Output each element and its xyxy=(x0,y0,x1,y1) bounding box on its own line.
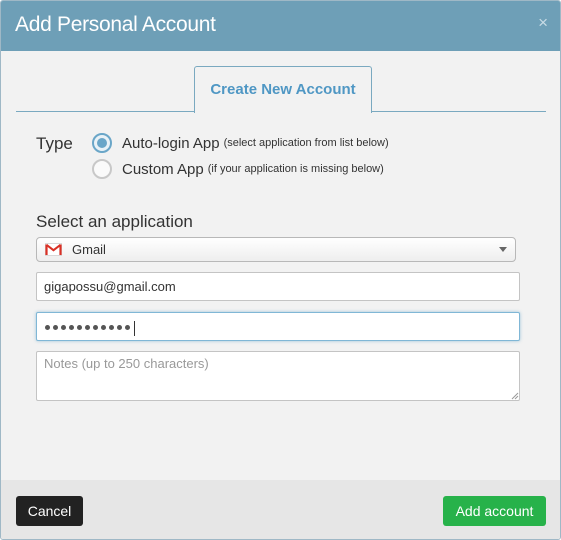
radio-hint: (if your application is missing below) xyxy=(207,163,384,175)
dialog-footer: Cancel Add account xyxy=(1,480,560,539)
radio-hint: (select application from list below) xyxy=(223,137,389,149)
password-dot xyxy=(85,325,90,330)
password-dot xyxy=(45,325,50,330)
select-value: Gmail xyxy=(72,242,106,257)
notes-textarea[interactable]: Notes (up to 250 characters) xyxy=(36,351,520,401)
password-dot xyxy=(93,325,98,330)
text-cursor xyxy=(134,321,135,336)
password-dot xyxy=(101,325,106,330)
email-field[interactable]: gigapossu@gmail.com xyxy=(36,272,520,301)
password-dot xyxy=(109,325,114,330)
close-icon[interactable]: × xyxy=(538,13,548,33)
password-dot xyxy=(125,325,130,330)
dialog-titlebar: Add Personal Account × xyxy=(1,1,560,51)
password-dot xyxy=(117,325,122,330)
resize-handle-icon[interactable] xyxy=(511,392,519,400)
radio-auto-login-app[interactable]: Auto-login App (select application from … xyxy=(92,133,389,153)
password-field[interactable] xyxy=(36,312,520,341)
gmail-icon xyxy=(45,243,62,256)
add-account-button[interactable]: Add account xyxy=(443,496,546,526)
password-dot xyxy=(61,325,66,330)
password-mask xyxy=(45,321,135,336)
type-label: Type xyxy=(36,134,73,153)
tab-create-new-account[interactable]: Create New Account xyxy=(194,66,372,113)
chevron-down-icon xyxy=(499,247,507,252)
select-application-label: Select an application xyxy=(36,212,193,231)
password-dot xyxy=(69,325,74,330)
radio-label: Custom App xyxy=(122,160,204,178)
password-dot xyxy=(53,325,58,330)
application-select[interactable]: Gmail xyxy=(36,237,516,262)
radio-custom-app[interactable]: Custom App (if your application is missi… xyxy=(92,159,384,179)
dialog-title: Add Personal Account xyxy=(15,13,216,36)
add-personal-account-dialog: Add Personal Account × Create New Accoun… xyxy=(0,0,561,540)
radio-button[interactable] xyxy=(92,159,112,179)
radio-label: Auto-login App xyxy=(122,134,220,152)
cancel-button[interactable]: Cancel xyxy=(16,496,83,526)
password-dot xyxy=(77,325,82,330)
radio-button-checked[interactable] xyxy=(92,133,112,153)
